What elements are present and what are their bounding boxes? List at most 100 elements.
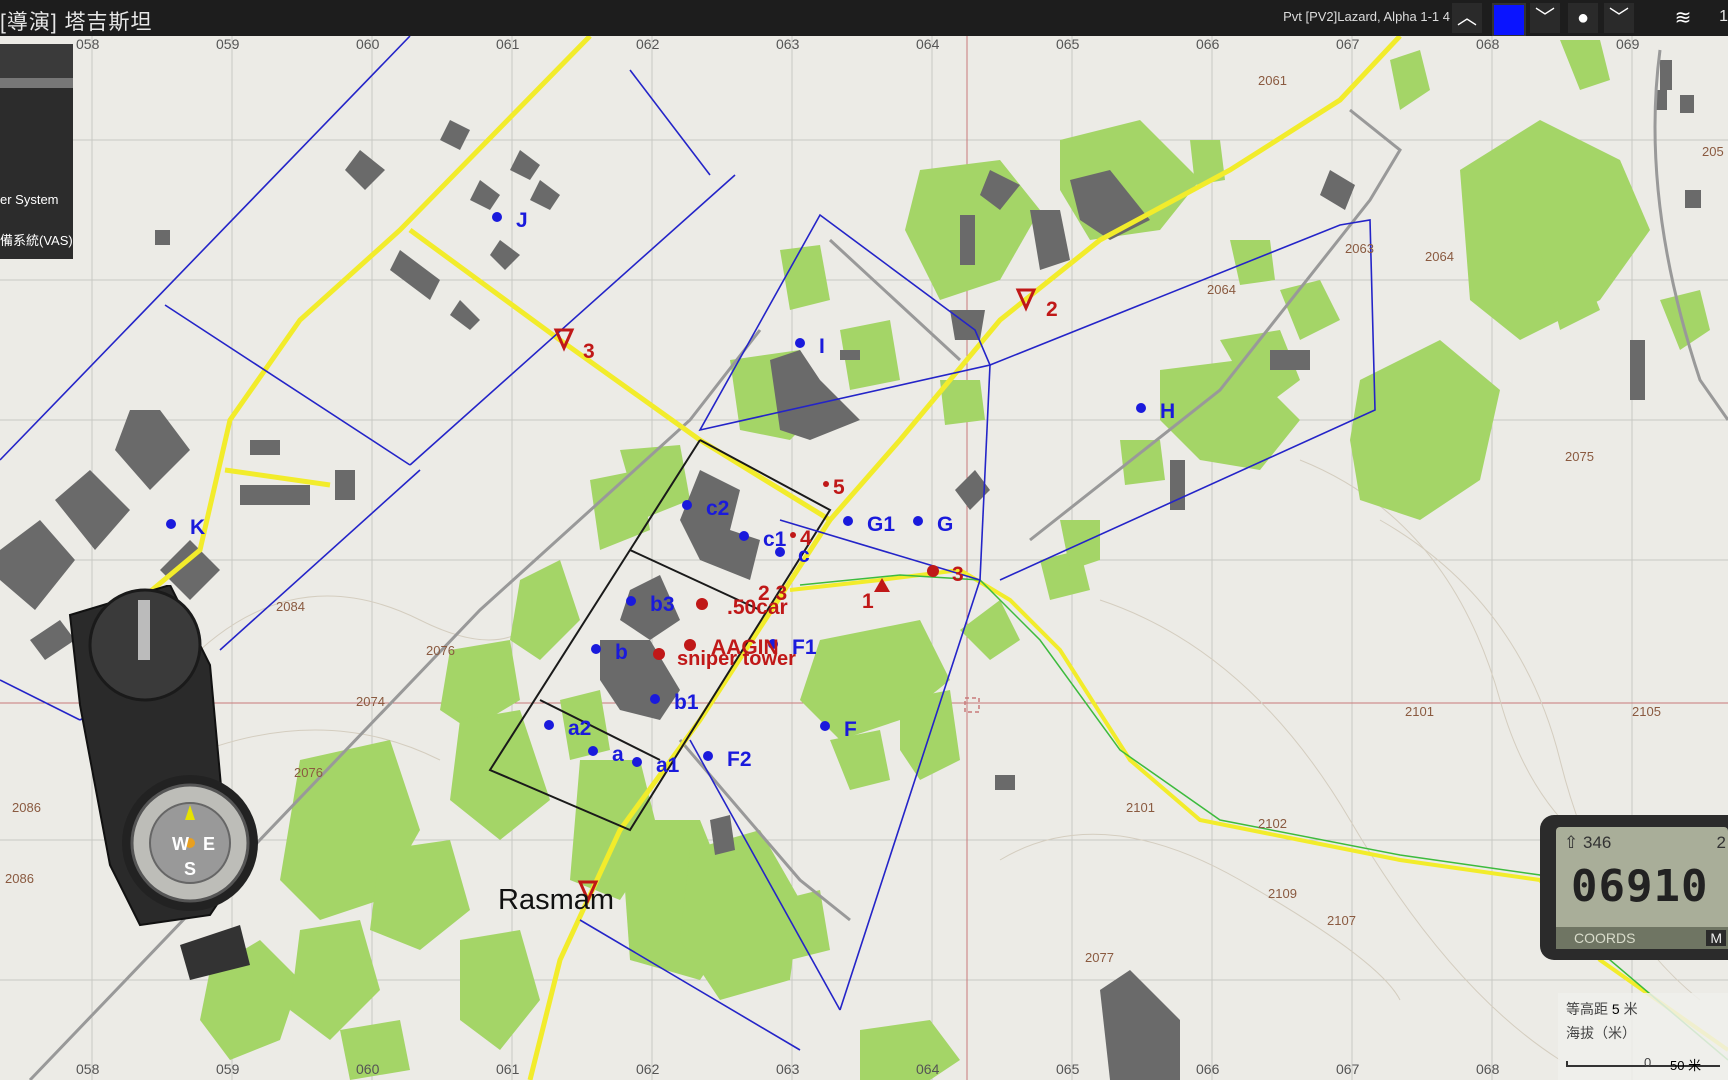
blue-marker-label: J [516, 209, 528, 232]
side-panel-item[interactable]: 備系統(VAS) [0, 230, 73, 249]
grid-label: 061 [496, 36, 520, 52]
elevation-label: 2101 [1126, 800, 1155, 815]
marker-shape-dot-icon[interactable]: ● [1568, 3, 1598, 33]
chevron-up-icon[interactable]: ︿ [1452, 3, 1482, 33]
red-marker-label: .50car [727, 596, 788, 619]
elevation-label: 2074 [356, 694, 385, 709]
gps-mode-label: M [1706, 930, 1726, 946]
blue-marker-label: b1 [674, 691, 699, 714]
grid-label: 060 [356, 1061, 380, 1077]
elevation-label: 2064 [1425, 249, 1454, 264]
elevation-label: 2107 [1327, 913, 1356, 928]
blue-marker-dot [166, 519, 176, 529]
blue-marker-dot [775, 547, 785, 557]
grid-label: 062 [636, 1061, 660, 1077]
contour-interval-unit: 米 [1623, 1001, 1638, 1017]
gps-device[interactable]: ⇧ 346 2 06910 COORDS M [1540, 815, 1728, 960]
compass-icon [68, 585, 258, 980]
elevation-label: 2064 [1207, 282, 1236, 297]
layers-icon[interactable]: ≋ [1668, 3, 1698, 33]
red-dot-icon [790, 532, 796, 538]
arrow-up-icon: ⇧ [1564, 833, 1579, 852]
blue-marker-dot [913, 516, 923, 526]
gps-screen: ⇧ 346 2 06910 COORDS M [1556, 827, 1728, 949]
blue-marker-dot [492, 212, 502, 222]
red-marker-label: 3 [952, 563, 964, 586]
red-marker-label: 3 [583, 340, 595, 363]
blue-marker-dot [795, 338, 805, 348]
red-marker-label: 5 [833, 476, 845, 499]
player-name: Pvt [PV2]Lazard, Alpha 1-1 4 [1283, 9, 1450, 24]
contour-interval-value: 5 [1611, 1001, 1620, 1017]
blue-marker-label: a1 [656, 754, 680, 777]
grid-label: 064 [916, 36, 940, 52]
blue-marker-dot [588, 746, 598, 756]
compass-south-label: S [184, 859, 196, 879]
compass-widget[interactable]: W E S [60, 585, 260, 985]
side-panel: er System 備系統(VAS) [0, 44, 73, 259]
blue-marker-label: c1 [763, 528, 787, 551]
grid-label: 062 [636, 36, 660, 52]
elevation-label: 2075 [1565, 449, 1594, 464]
blue-marker-label: G1 [867, 513, 895, 536]
side-panel-header [0, 44, 73, 88]
grid-label: 058 [76, 36, 100, 52]
blue-marker-dot [650, 694, 660, 704]
scale-left-label: 0 [1644, 1055, 1652, 1070]
elevation-label: 2084 [276, 599, 305, 614]
blue-marker-dot [544, 720, 554, 730]
compass-east-label: E [203, 834, 215, 854]
elevation-label: 2109 [1268, 886, 1297, 901]
grid-label: 059 [216, 36, 240, 52]
grid-label: 065 [1056, 36, 1080, 52]
blue-marker-label: K [190, 516, 205, 539]
grid-label: 066 [1196, 36, 1220, 52]
red-dot-icon [696, 598, 708, 610]
elevation-label: 2086 [5, 871, 34, 886]
elevation-label: 2076 [294, 765, 323, 780]
elevation-unit-label: 海拔（米） [1566, 1025, 1636, 1041]
chevron-down-icon[interactable]: ﹀ [1604, 3, 1634, 33]
blue-marker-dot [682, 500, 692, 510]
grid-label: 059 [216, 1061, 240, 1077]
blue-marker-dot [632, 757, 642, 767]
red-marker-label: 1 [862, 590, 874, 613]
red-marker-label: sniper tower [677, 648, 796, 670]
blue-marker-dot [626, 596, 636, 606]
place-name-label: Rasmam [498, 884, 614, 916]
blue-marker-label: G [937, 513, 953, 536]
elevation-label: 205 [1702, 144, 1724, 159]
map-legend: 等高距 5 米 海拔（米） 0 50 米 [1558, 993, 1728, 1080]
blue-marker-label: H [1160, 400, 1175, 423]
elevation-label: 2061 [1258, 73, 1287, 88]
compass-west-label: W [172, 834, 189, 854]
grid-label: 058 [76, 1061, 100, 1077]
blue-marker-dot [1136, 403, 1146, 413]
grid-label: 067 [1336, 1061, 1360, 1077]
gps-coords-value: 06910 [1571, 861, 1709, 912]
color-select-button[interactable] [1492, 3, 1526, 37]
red-marker-label: 4 [800, 527, 812, 550]
scale-right-label: 50 米 [1670, 1058, 1702, 1073]
elevation-label: 2102 [1258, 816, 1287, 831]
blue-marker-dot [703, 751, 713, 761]
blue-marker-dot [739, 531, 749, 541]
grid-label: 066 [1196, 1061, 1220, 1077]
elevation-label: 2063 [1345, 241, 1374, 256]
corner-text: 1 [1719, 8, 1728, 25]
elevation-label: 2105 [1632, 704, 1661, 719]
blue-marker-label: b3 [650, 593, 675, 616]
map-title: [導演] 塔吉斯坦 [0, 11, 153, 34]
blue-marker-dot [591, 644, 601, 654]
elevation-label: 2076 [426, 643, 455, 658]
top-bar: [導演] 塔吉斯坦 Pvt [PV2]Lazard, Alpha 1-1 4 ︿… [0, 0, 1728, 37]
elevation-label: 2101 [1405, 704, 1434, 719]
side-panel-item[interactable]: er System [0, 192, 59, 207]
blue-marker-label: I [819, 335, 825, 358]
red-marker-label: 2 [1046, 298, 1058, 321]
blue-marker-label: F2 [727, 748, 752, 771]
blue-marker-label: F [844, 718, 857, 741]
red-dot-icon [653, 648, 665, 660]
chevron-down-icon[interactable]: ﹀ [1530, 3, 1560, 33]
grid-label: 063 [776, 36, 800, 52]
